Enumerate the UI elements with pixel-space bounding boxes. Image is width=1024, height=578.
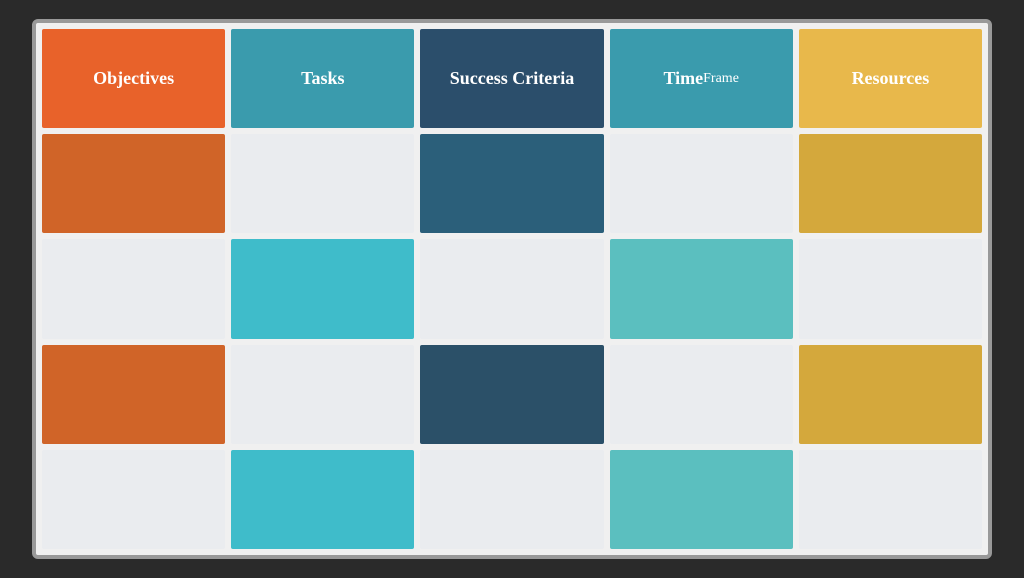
cell-r3c3 bbox=[420, 239, 603, 338]
cell-r3c4 bbox=[610, 239, 793, 338]
header-resources: Resources bbox=[799, 29, 982, 128]
cell-r4c3 bbox=[420, 345, 603, 444]
cell-r5c5 bbox=[799, 450, 982, 549]
cell-r3c2 bbox=[231, 239, 414, 338]
cell-r4c2 bbox=[231, 345, 414, 444]
cell-r4c4 bbox=[610, 345, 793, 444]
header-tasks: Tasks bbox=[231, 29, 414, 128]
cell-r3c5 bbox=[799, 239, 982, 338]
header-success-criteria: Success Criteria bbox=[420, 29, 603, 128]
cell-r2c1 bbox=[42, 134, 225, 233]
header-objectives: Objectives bbox=[42, 29, 225, 128]
header-time-frame: Time Frame bbox=[610, 29, 793, 128]
cell-r2c2 bbox=[231, 134, 414, 233]
cell-r5c2 bbox=[231, 450, 414, 549]
cell-r5c4 bbox=[610, 450, 793, 549]
cell-r5c1 bbox=[42, 450, 225, 549]
cell-r2c5 bbox=[799, 134, 982, 233]
cell-r2c3 bbox=[420, 134, 603, 233]
cell-r4c1 bbox=[42, 345, 225, 444]
cell-r4c5 bbox=[799, 345, 982, 444]
smart-grid: Objectives Tasks Success Criteria Time F… bbox=[32, 19, 992, 559]
cell-r3c1 bbox=[42, 239, 225, 338]
cell-r2c4 bbox=[610, 134, 793, 233]
cell-r5c3 bbox=[420, 450, 603, 549]
